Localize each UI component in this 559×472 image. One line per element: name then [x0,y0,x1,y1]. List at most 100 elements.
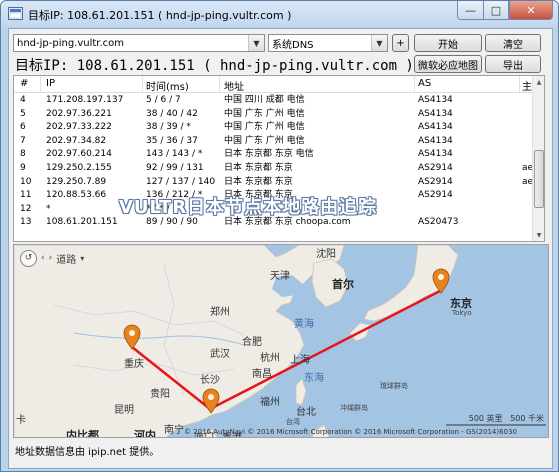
cell-as: AS2914 [418,190,453,201]
label-taiwan: 台湾 [286,418,300,426]
table-row[interactable]: 5 202.97.36.221 38 / 40 / 42 中国 广东 广州 电信 AS4… [14,108,534,121]
host-input[interactable]: hnd-jp-ping.vultr.com [14,38,248,49]
road-view-toggle[interactable]: 道路 [56,251,76,266]
cell-hop: 13 [20,217,32,228]
label-chongqing: 重庆 [124,359,144,370]
host-combobox[interactable]: hnd-jp-ping.vultr.com ▼ [13,34,265,52]
label-shanghai: 上海 [290,355,310,366]
minimize-button[interactable]: — [457,1,483,20]
cell-location: 日本 东京都 东京 [224,176,293,187]
cell-as: AS20473 [418,217,459,228]
map-scale: 500 英里 500 千米 [469,413,544,424]
cell-ip: 108.61.201.151 [46,217,118,228]
label-nanchang: 南昌 [252,369,272,380]
cell-as: AS4134 [418,122,453,133]
col-header-time[interactable]: 时间(ms) [146,78,189,93]
col-header-hop[interactable]: # [20,78,28,89]
maximize-button[interactable]: □ [483,1,509,20]
label-okinawa: 冲绳群岛 [340,404,368,412]
cell-ip: 202.97.36.221 [46,108,112,119]
map-controls: ↺ ‹ › 道路 ▾ [20,249,84,267]
chevron-down-icon[interactable]: ▼ [371,35,387,51]
label-hanoi: 河内 [134,429,156,438]
cell-time: 143 / 143 / * [146,149,203,160]
label-fuzhou: 福州 [260,397,280,408]
target-heading: 目标IP: 108.61.201.151 ( hnd-jp-ping.vultr… [15,58,414,74]
cell-location: 日本 东京都 东京 [224,163,293,173]
label-nanning: 南宁 [164,425,184,436]
cell-location: 中国 广东 广州 电信 [224,108,305,119]
add-button[interactable]: + [392,34,409,52]
export-button[interactable]: 导出 [485,55,541,73]
table-row[interactable]: 7 202.97.34.82 35 / 36 / 37 中国 广东 广州 电信 AS41… [14,135,534,148]
rotate-icon[interactable]: ↺ [20,249,37,267]
app-window: 目标IP: 108.61.201.151 ( hnd-jp-ping.vultr… [0,0,559,472]
route-map[interactable]: ↺ ‹ › 道路 ▾ 沈阳 天津 首尔 东京 Tokyo 郑州 黄海 合肥 重庆… [13,244,549,438]
cell-location: 中国 四川 成都 电信 [224,95,305,105]
label-hangzhou: 杭州 [260,353,280,364]
cell-as: AS2914 [418,163,453,173]
label-east-sea: 东海 [304,373,324,384]
cell-ip: 129.250.2.155 [46,163,112,173]
cell-time: 38 / 39 / * [146,122,191,133]
label-shenyang: 沈阳 [316,249,336,260]
cell-time: 92 / 99 / 131 [146,163,204,173]
chevron-down-icon[interactable]: ▾ [80,254,84,263]
table-scrollbar[interactable]: ▲ ▼ [532,76,544,241]
label-ka: 卡 [16,415,26,426]
table-row[interactable]: 4 171.208.197.137 5 / 6 / 7 中国 四川 成都 电信 AS41… [14,94,534,107]
table-row[interactable]: 9 129.250.2.155 92 / 99 / 131 日本 东京都 东京 AS29… [14,162,542,175]
clear-button[interactable]: 清空 [485,34,541,52]
cell-ip: 129.250.7.89 [46,176,107,187]
map-copyright: © 2016 AutoNavi © 2016 Microsoft Corpora… [184,428,517,436]
col-header-as[interactable]: AS [418,78,431,89]
overlay-title: VULTR日本节点本地路由追踪 [119,197,378,218]
scroll-thumb[interactable] [534,150,544,208]
cell-hop: 4 [20,95,26,105]
label-yellow-sea: 黄海 [294,319,314,330]
cell-as: AS4134 [418,108,453,119]
dns-value: 系统DNS [272,39,314,51]
cell-ip: 120.88.53.66 [46,190,107,201]
table-row[interactable]: 6 202.97.33.222 38 / 39 / * 中国 广东 广州 电信 AS41… [14,121,534,134]
label-zhengzhou: 郑州 [210,307,230,318]
table-row[interactable]: 8 202.97.60.214 143 / 143 / * 日本 东京都 东京 电信 A… [14,148,534,161]
col-header-ip[interactable]: IP [46,78,55,89]
label-tianjin: 天津 [270,271,290,282]
start-button[interactable]: 开始 [414,34,482,52]
cell-hop: 8 [20,149,26,160]
col-header-location[interactable]: 地址 [224,78,244,93]
scroll-down-icon[interactable]: ▼ [533,229,544,241]
close-button[interactable]: ✕ [509,1,553,20]
bing-map-button[interactable]: 微软必应地图 [414,55,482,73]
label-hefei: 合肥 [242,337,262,348]
app-icon [8,7,23,20]
dns-select[interactable]: 系统DNS ▼ [268,34,388,52]
scale-km: 500 千米 [510,414,544,423]
scale-miles: 500 英里 [468,414,503,423]
cell-ip: 202.97.33.222 [46,122,112,133]
cell-hop: 12 [20,203,32,214]
cell-location: 中国 广东 广州 电信 [224,122,305,133]
chevron-left-icon[interactable]: ‹ [41,253,45,263]
label-guiyang: 贵阳 [150,389,170,400]
cell-hop: 7 [20,135,26,146]
table-row[interactable]: 10 129.250.7.89 127 / 137 / 140 日本 东京都 东京 AS… [14,176,542,189]
label-tokyo-en: Tokyo [452,309,472,317]
cell-hop: 5 [20,108,26,119]
label-taipei: 台北 [296,407,316,418]
cell-ip: 171.208.197.137 [46,95,124,105]
chevron-right-icon[interactable]: › [49,253,53,263]
scroll-up-icon[interactable]: ▲ [533,76,544,88]
cell-hop: 10 [20,176,32,187]
cell-as: AS4134 [418,95,453,105]
label-seoul: 首尔 [332,278,354,291]
status-text: 地址数据信息由 ipip.net 提供。 [15,447,160,458]
chevron-down-icon[interactable]: ▼ [248,35,264,51]
cell-ip: * [46,203,51,214]
title-bar[interactable]: 目标IP: 108.61.201.151 ( hnd-jp-ping.vultr… [1,1,558,27]
cell-hop: 11 [20,190,32,201]
cell-location: 日本 东京都 东京 电信 [224,149,314,160]
cell-time: 127 / 137 / 140 [146,176,216,187]
cell-hop: 9 [20,163,26,173]
